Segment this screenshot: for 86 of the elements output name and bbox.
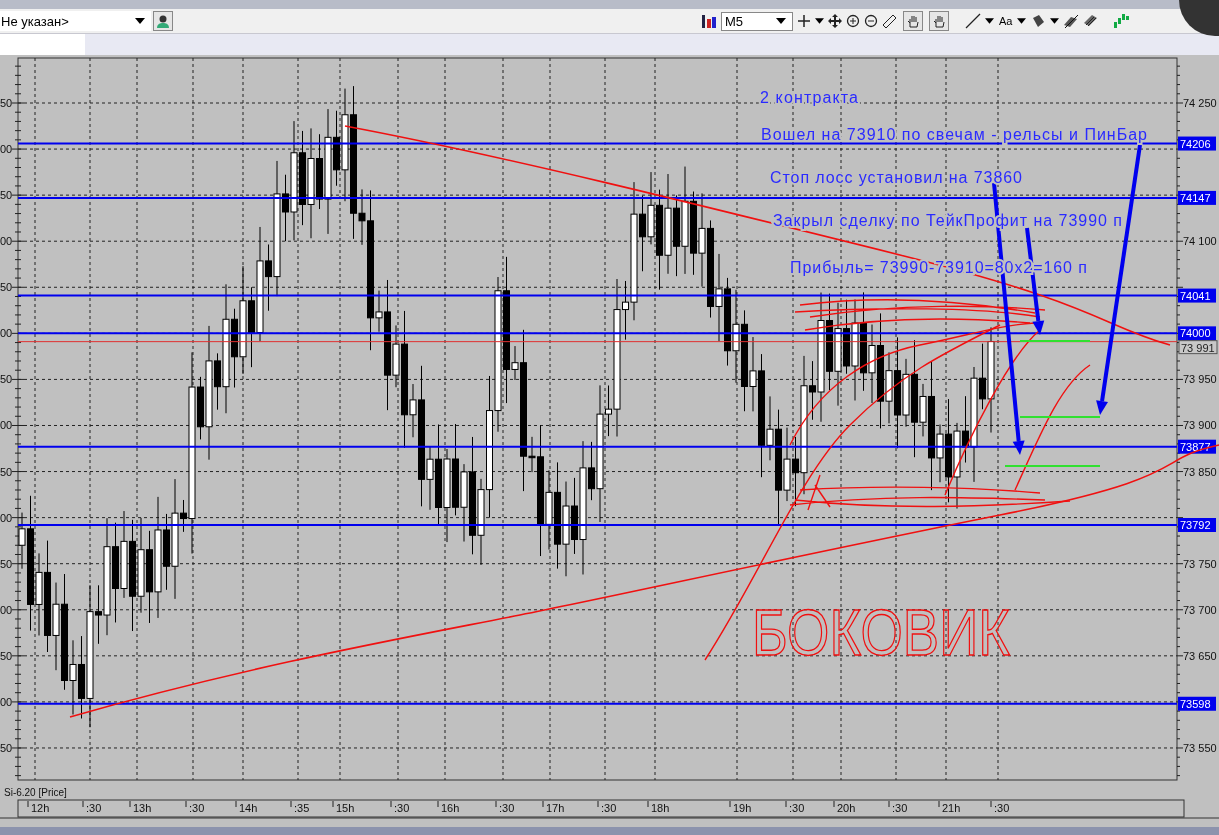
price-tag: 74147 xyxy=(1178,190,1216,205)
crosshair-icon[interactable] xyxy=(797,14,811,28)
axis-label: 00 xyxy=(0,235,13,248)
user-button[interactable] xyxy=(153,11,173,31)
caret-icon[interactable] xyxy=(1017,18,1027,24)
paint-bucket-icon[interactable] xyxy=(1030,13,1047,29)
axis-label: 50 xyxy=(0,189,13,202)
hand-icon xyxy=(932,14,946,28)
time-label: 21h xyxy=(942,802,961,814)
target-line xyxy=(1019,340,1091,342)
caret-icon xyxy=(135,18,145,24)
time-label: 15h xyxy=(336,802,355,814)
ruler-icon[interactable] xyxy=(882,13,897,29)
hand-icon xyxy=(906,14,920,28)
time-label: :30 xyxy=(892,802,908,814)
axis-label: 50 xyxy=(0,649,13,662)
axis-label: 73 900 xyxy=(1183,419,1217,432)
axis-label: 00 xyxy=(0,419,13,432)
time-label: :30 xyxy=(994,802,1010,814)
stack-icon[interactable] xyxy=(1083,13,1100,29)
axis-label: 73 700 xyxy=(1183,603,1217,616)
caret-icon[interactable] xyxy=(985,18,994,24)
current-price-tag: 73 991 xyxy=(1178,340,1218,355)
zoom-in-icon[interactable] xyxy=(846,14,860,28)
axis-label: 00 xyxy=(0,327,13,340)
axis-label: 73 750 xyxy=(1183,557,1217,570)
instrument-label: Si-6.20 [Price] xyxy=(4,787,67,798)
annotation-text: Стоп лосс установил на 73860 xyxy=(770,169,1022,186)
annotation-text: 2 контракта xyxy=(760,89,858,106)
time-label: :30 xyxy=(789,802,805,814)
axis-label: 73 950 xyxy=(1183,373,1217,386)
axis-label: 00 xyxy=(0,511,13,524)
axis-label: 50 xyxy=(0,281,13,294)
text-tool-button[interactable]: Aa xyxy=(998,15,1014,27)
eraser-icon[interactable] xyxy=(1063,13,1080,29)
price-tag: 74000 xyxy=(1178,326,1216,341)
price-tag: 73792 xyxy=(1178,518,1216,532)
time-label: :30 xyxy=(86,802,102,814)
time-label: 16h xyxy=(441,802,460,814)
time-label: 13h xyxy=(133,802,152,814)
time-label: 14h xyxy=(239,802,258,814)
axis-label: 50 xyxy=(0,742,13,754)
axis-label: 73 650 xyxy=(1183,649,1217,662)
axis-label: 73 550 xyxy=(1183,742,1217,754)
axis-label: 73 850 xyxy=(1183,465,1217,478)
account-value: Не указан> xyxy=(1,13,70,29)
axis-label: 50 xyxy=(0,373,13,386)
price-tag: 73598 xyxy=(1178,696,1216,711)
annotation-text: Вошел на 73910 по свечам - рельсы и ПинБар xyxy=(761,126,1147,143)
zoom-out-icon[interactable] xyxy=(864,14,878,28)
price-tag: 74206 xyxy=(1178,136,1216,151)
time-label: 19h xyxy=(733,802,752,814)
axis-label: 00 xyxy=(0,143,13,156)
line-tool-icon[interactable] xyxy=(965,13,981,29)
timeframe-dropdown[interactable]: M5 xyxy=(721,11,793,31)
caret-icon xyxy=(776,18,786,24)
price-tag: 74041 xyxy=(1178,288,1216,303)
price-tag: 73877 xyxy=(1178,439,1216,454)
time-label: :30 xyxy=(189,802,205,814)
axis-label: 00 xyxy=(0,603,13,616)
caret-icon[interactable] xyxy=(1050,18,1060,24)
time-label: 17h xyxy=(546,802,565,814)
time-label: :30 xyxy=(499,802,515,814)
hand-button[interactable] xyxy=(903,11,923,31)
volume-bars-icon[interactable] xyxy=(1113,13,1130,29)
time-label: :30 xyxy=(601,802,617,814)
axis-label: 50 xyxy=(0,557,13,570)
time-label: :30 xyxy=(394,802,410,814)
time-label: :35 xyxy=(294,802,310,814)
axis-label: 74 250 xyxy=(1183,97,1217,109)
chart-bars-icon[interactable] xyxy=(701,13,717,29)
person-icon xyxy=(156,14,170,28)
axis-label: 50 xyxy=(0,465,13,478)
time-label: 12h xyxy=(31,802,50,814)
handwritten-note: БОКОВИК xyxy=(752,597,1056,669)
hand-button[interactable] xyxy=(929,11,949,31)
axis-label: 00 xyxy=(0,695,13,708)
account-dropdown[interactable]: Не указан> xyxy=(0,11,151,31)
axis-label: 74 100 xyxy=(1183,235,1217,248)
input-field[interactable] xyxy=(0,34,85,55)
timeframe-value: M5 xyxy=(725,13,745,29)
time-label: 20h xyxy=(837,802,856,814)
move-icon[interactable] xyxy=(828,14,842,28)
axis-label: 50 xyxy=(0,97,13,109)
time-label: 18h xyxy=(651,802,670,814)
caret-icon[interactable] xyxy=(815,18,824,24)
